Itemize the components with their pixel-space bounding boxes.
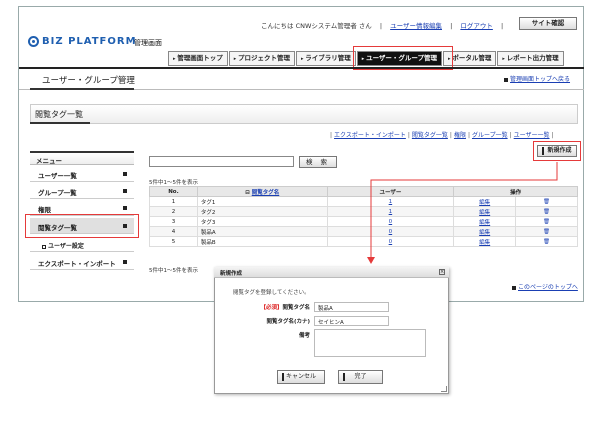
cell-no: 2: [149, 206, 198, 217]
back-to-top-link[interactable]: 管理画面トップへ戻る: [504, 74, 570, 83]
cell-tag-name: タグ1: [196, 196, 328, 207]
page-title: ユーザー・グループ管理: [42, 76, 135, 86]
tag-name-input[interactable]: 製品A: [314, 302, 389, 312]
sublink-user-list[interactable]: ユーザー一覧: [514, 132, 550, 139]
user-info-link[interactable]: ユーザー情報編集: [390, 22, 442, 30]
search-button[interactable]: 検 索: [299, 156, 337, 168]
cell-no: 4: [149, 226, 198, 237]
arrow-square-icon: [123, 260, 127, 264]
field-note-label: 備考: [298, 333, 310, 339]
sublink-group-list[interactable]: グループ一覧: [472, 132, 508, 139]
required-mark: 【必須】: [260, 305, 283, 311]
sidebar-item-export-import[interactable]: エクスポート・インポート: [30, 254, 134, 270]
section-title: 閲覧タグ一覧: [35, 110, 83, 119]
section-header: [30, 104, 578, 124]
callout-arrow-line: [370, 162, 558, 258]
arrow-square-icon: [123, 189, 127, 193]
resize-grip-icon[interactable]: [441, 386, 447, 392]
cell-tag-name: タグ2: [196, 206, 328, 217]
arrow-square-icon: [123, 172, 127, 176]
search-input[interactable]: [149, 156, 294, 167]
cancel-button[interactable]: キャンセル: [277, 370, 325, 384]
callout-arrow-head: [367, 257, 375, 264]
col-no: No.: [149, 186, 198, 197]
tab-project[interactable]: プロジェクト管理: [228, 51, 296, 66]
site-check-button[interactable]: サイト確認: [519, 17, 577, 30]
result-count-bottom: 5件中1～5件を表示: [149, 268, 198, 274]
cell-tag-name: タグ3: [196, 216, 328, 227]
dialog-title-bar[interactable]: 新規作成: [214, 267, 449, 278]
sidebar-highlight-box: [25, 214, 139, 238]
logo-subtitle: 管理画面: [134, 39, 162, 47]
sidebar-subitem-user-settings[interactable]: ユーザー設定: [30, 238, 134, 252]
greeting-text: こんにちは CNWシステム管理者 さん: [261, 22, 372, 30]
arrow-square-icon: [123, 206, 127, 210]
sublink-export-import[interactable]: エクスポート・インポート: [334, 132, 406, 139]
logo-text: BIZ PLATFORM: [42, 36, 137, 47]
tag-kana-input[interactable]: セイヒンA: [314, 316, 389, 326]
bullet-square-icon: [42, 244, 46, 249]
sidebar-item-user-list[interactable]: ユーザー一覧: [30, 166, 134, 182]
note-textarea[interactable]: [314, 329, 426, 357]
cell-no: 3: [149, 216, 198, 227]
sidebar-item-group-list[interactable]: グループ一覧: [30, 183, 134, 199]
cell-no: 1: [149, 196, 198, 207]
sub-links: | エクスポート・インポート | 閲覧タグ一覧 | 権限 | グループ一覧 | ユーザー一覧 |: [330, 132, 554, 139]
cell-no: 5: [149, 236, 198, 247]
callout-arrow: [367, 162, 558, 264]
tab-report[interactable]: レポート出力管理: [497, 51, 564, 66]
new-create-button[interactable]: 新規作成: [537, 145, 577, 157]
sublink-permission[interactable]: 権限: [454, 132, 466, 139]
done-button[interactable]: 完了: [338, 370, 383, 384]
logo-icon: [28, 36, 39, 47]
tab-admin-top[interactable]: 管理画面トップ: [168, 51, 228, 66]
sort-icon: ⊟: [245, 189, 250, 196]
page-title-underline: [30, 88, 134, 90]
result-count-top: 5件中1～5件を表示: [149, 180, 198, 186]
bullet-square-icon: [504, 77, 508, 82]
logout-link[interactable]: ログアウト: [460, 22, 493, 30]
field-name-label: 【必須】閲覧タグ名: [260, 305, 310, 311]
sidebar-heading: メニュー: [30, 151, 134, 165]
cell-tag-name: 製品B: [196, 236, 328, 247]
bullet-square-icon: [512, 285, 516, 290]
close-icon[interactable]: ×: [439, 269, 445, 275]
sublink-tag-list[interactable]: 閲覧タグ一覧: [412, 132, 448, 139]
greeting-bar: こんにちは CNWシステム管理者 さん | ユーザー情報編集 | ログアウト |: [261, 22, 504, 30]
field-kana-label: 閲覧タグ名(カナ): [266, 319, 310, 325]
cell-tag-name: 製品A: [196, 226, 328, 237]
section-title-underline: [30, 122, 90, 124]
dialog-instruction: 閲覧タグを登録してください。: [233, 290, 310, 296]
page-top-link[interactable]: このページのトップへ: [512, 282, 578, 291]
col-tag-name[interactable]: ⊟ 閲覧タグ名: [196, 186, 328, 197]
tab-library[interactable]: ライブラリ管理: [296, 51, 356, 66]
nav-divider: [19, 67, 584, 69]
